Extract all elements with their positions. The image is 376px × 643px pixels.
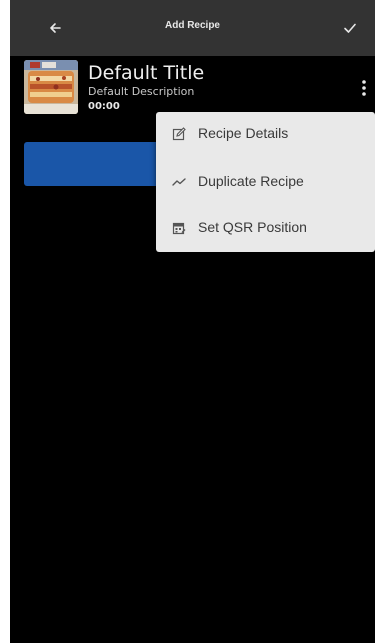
menu-item-set-qsr-position[interactable]: Set QSR Position bbox=[156, 206, 375, 250]
menu-item-label: Duplicate Recipe bbox=[198, 173, 304, 189]
menu-item-recipe-details[interactable]: Recipe Details bbox=[156, 112, 375, 156]
menu-item-duplicate-recipe[interactable]: Duplicate Recipe bbox=[156, 160, 375, 204]
recipe-thumbnail[interactable] bbox=[24, 60, 78, 114]
calendar-edit-icon bbox=[172, 222, 186, 235]
app-bar: Add Recipe bbox=[10, 0, 375, 56]
menu-item-label: Recipe Details bbox=[198, 125, 289, 141]
check-icon bbox=[344, 23, 356, 33]
overflow-menu: Recipe Details Duplicate Recipe Set QSR … bbox=[156, 112, 375, 252]
lasagna-photo bbox=[24, 60, 78, 114]
menu-item-label: Set QSR Position bbox=[198, 219, 307, 235]
more-vertical-icon bbox=[362, 80, 366, 96]
recipe-title: Default Title bbox=[88, 62, 205, 84]
overflow-menu-button[interactable] bbox=[352, 76, 375, 100]
edit-icon bbox=[172, 127, 186, 141]
recipe-time: 00:00 bbox=[88, 101, 120, 112]
page-title: Add Recipe bbox=[164, 20, 220, 31]
recipe-description: Default Description bbox=[88, 85, 195, 98]
app-screen: Add Recipe Default Title Default Descrip… bbox=[10, 0, 375, 643]
save-button[interactable] bbox=[336, 14, 364, 42]
trend-icon bbox=[172, 178, 186, 186]
